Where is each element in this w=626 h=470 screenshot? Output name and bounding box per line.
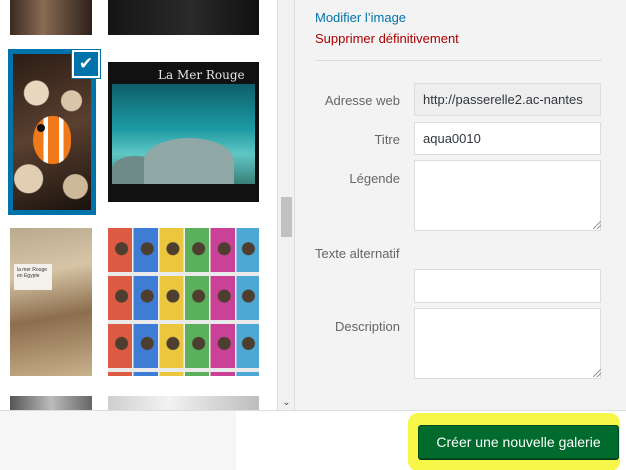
media-grid: La Mer Rouge la mer Rouge en Egypte bbox=[0, 0, 276, 410]
aquarium-rock-large bbox=[144, 138, 234, 184]
title-input[interactable] bbox=[414, 122, 601, 155]
url-label: Adresse web bbox=[324, 93, 400, 108]
caption-label: Légende bbox=[349, 171, 400, 186]
selected-checkmark-icon[interactable]: ✔ bbox=[72, 50, 100, 78]
art-wall-portraits bbox=[108, 228, 259, 376]
description-label: Description bbox=[334, 319, 400, 334]
alt-text-label: Texte alternatif bbox=[315, 246, 400, 261]
thumbnail-top-right[interactable] bbox=[108, 0, 259, 35]
description-textarea[interactable] bbox=[414, 308, 601, 379]
scrollbar-thumb[interactable] bbox=[281, 197, 292, 237]
thumbnail-bottom-right[interactable] bbox=[108, 396, 259, 410]
thumbnail-art-wall[interactable] bbox=[108, 228, 259, 376]
thumbnail-bottom-left[interactable] bbox=[10, 396, 92, 410]
caption-resize-grip-icon[interactable] bbox=[593, 221, 601, 229]
thumbnail-poster[interactable]: la mer Rouge en Egypte bbox=[10, 228, 92, 376]
grid-scrollbar[interactable]: ⌄ bbox=[277, 0, 294, 410]
aquarium-tank-image bbox=[112, 84, 255, 184]
thumbnail-aquarium[interactable]: La Mer Rouge bbox=[108, 62, 259, 202]
url-field[interactable]: http://passerelle2.ac-nantes bbox=[414, 83, 601, 116]
aquarium-sign-text: La Mer Rouge bbox=[158, 68, 245, 82]
scroll-down-arrow-icon[interactable]: ⌄ bbox=[278, 397, 295, 408]
thumbnail-top-left[interactable] bbox=[10, 0, 92, 35]
create-gallery-button[interactable]: Créer une nouvelle galerie bbox=[418, 425, 619, 459]
media-toolbar: Créer une nouvelle galerie bbox=[0, 410, 626, 470]
poster-note-text: la mer Rouge en Egypte bbox=[14, 264, 52, 290]
caption-textarea[interactable] bbox=[414, 160, 601, 231]
edit-image-link[interactable]: Modifier l’image bbox=[315, 10, 406, 25]
title-label: Titre bbox=[374, 132, 400, 147]
alt-text-input[interactable] bbox=[414, 269, 601, 303]
clownfish-eye bbox=[37, 124, 45, 132]
delete-permanently-link[interactable]: Supprimer définitivement bbox=[315, 31, 459, 46]
description-resize-grip-icon[interactable] bbox=[593, 369, 601, 377]
attachment-details-panel: Modifier l’image Supprimer définitivemen… bbox=[294, 0, 626, 410]
toolbar-left-area bbox=[0, 411, 236, 470]
details-divider bbox=[315, 60, 602, 61]
clownfish-image bbox=[33, 116, 71, 164]
